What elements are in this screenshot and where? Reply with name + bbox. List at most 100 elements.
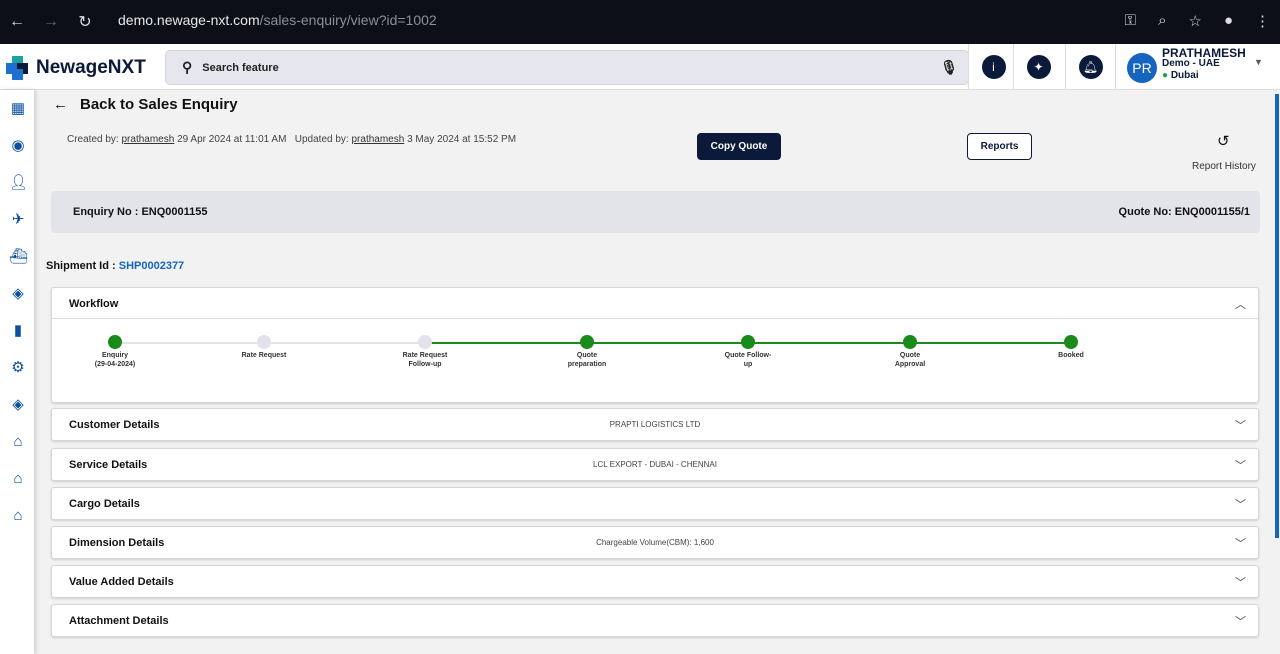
back-label: Back to Sales Enquiry [80,96,238,113]
warehouse-icon[interactable]: ⌂ [9,433,27,451]
step-label: Quote Follow-up [708,351,788,369]
step-connector [264,342,425,344]
workflow-header[interactable]: Workflow ︿ [52,288,1258,319]
notifications-button[interactable]: 🔔︎ [1065,44,1115,90]
forward-icon[interactable]: → [34,13,68,31]
air-freight-icon[interactable]: ✈ [9,211,27,229]
step-connector [425,342,587,344]
star-icon[interactable]: ☆ [1188,12,1201,30]
step-label: Booked [1031,351,1111,360]
step-label: Rate Request [224,351,304,360]
chevron-up-icon[interactable]: ︿ [1235,296,1246,312]
sidebar: ▦ ◉ 👤︎ ✈ ⛴ ◈ ▮ ⚙ ◈ ⌂ ⌂ ⌂ [0,90,34,654]
chevron-down-icon[interactable]: ﹀ [1235,496,1246,512]
accordion-value-added-details[interactable]: Value Added Details ﹀ [51,565,1259,598]
zoom-icon[interactable]: ⌕ [1158,12,1166,30]
accordion-customer-details[interactable]: Customer Details PRAPTI LOGISTICS LTD ﹀ [51,408,1259,441]
analytics-icon[interactable]: ◉ [9,137,27,155]
user-menu[interactable]: PR PRATHAMESH Demo - UAE ● Dubai ▼ [1115,44,1280,90]
profile-icon[interactable]: ● [1224,12,1233,30]
bell-icon: 🔔︎ [1078,55,1103,79]
section-title: Attachment Details [69,615,169,627]
scrollbar[interactable] [1275,94,1279,538]
chevron-down-icon[interactable]: ﹀ [1235,574,1246,590]
chevron-down-icon[interactable]: ﹀ [1235,613,1246,629]
bank-icon[interactable]: ⌂ [9,470,27,488]
settings-icon[interactable]: ⚙ [9,359,27,377]
info-icon: i [981,55,1006,79]
chevron-down-icon[interactable]: ﹀ [1235,535,1246,551]
sea-freight-icon[interactable]: ⛴ [9,248,28,266]
chevron-down-icon[interactable]: ﹀ [1235,417,1246,433]
shipment-id: Shipment Id : SHP0002377 [46,260,184,272]
accordion-cargo-details[interactable]: Cargo Details ﹀ [51,487,1259,520]
report-history-link[interactable]: Report History [1192,161,1256,172]
step-label-line1: Rate Request [402,352,448,359]
step-node [1064,335,1078,349]
favorites-button[interactable]: ✦ [1013,44,1063,90]
step-label-line2: preparation [567,361,607,368]
key-icon[interactable]: ⚿ [1125,12,1136,30]
step-label-line1: Quote [899,352,921,359]
reports-button[interactable]: Reports [967,133,1032,160]
back-link[interactable]: ← Back to Sales Enquiry [53,96,238,113]
step-node [741,335,755,349]
created-by-link[interactable]: prathamesh [121,134,174,145]
layers-icon[interactable]: ◈ [9,285,27,303]
accordion-dimension-details[interactable]: Dimension Details Chargeable Volume(CBM):… [51,526,1259,559]
menu-icon[interactable]: ⋮ [1255,12,1270,30]
user-org: Demo - UAE [1162,58,1220,69]
updated-by-link[interactable]: prathamesh [351,134,404,145]
reload-icon[interactable]: ↻ [68,12,102,32]
history-icon[interactable]: ↺ [1217,132,1230,150]
step-label-line2: (29-04-2024) [94,361,136,368]
enquiry-banner: Enquiry No : ENQ0001155 Quote No: ENQ0001… [51,191,1260,233]
url-path: /sales-enquiry/view?id=1002 [259,12,437,28]
address-bar[interactable]: demo.newage-nxt.com/sales-enquiry/view?i… [118,12,437,28]
stack-icon[interactable]: ◈ [9,396,27,414]
browser-toolbar: ← → ↻ demo.newage-nxt.com/sales-enquiry/… [0,0,1280,44]
step-node [903,335,917,349]
user-icon[interactable]: 👤︎ [9,174,28,192]
reports-chart-icon[interactable]: ▮ [9,322,27,340]
building-icon[interactable]: ⌂ [9,507,27,525]
accordion-attachment-details[interactable]: Attachment Details ﹀ [51,604,1259,637]
step-node [580,335,594,349]
chevron-down-icon[interactable]: ﹀ [1235,457,1246,473]
section-summary: LCL EXPORT - DUBAI - CHENNAI [593,460,717,469]
updated-label: Updated by: [294,134,349,145]
info-button[interactable]: i [968,44,1018,90]
step-label: Rate Request Follow-up [385,351,465,369]
created-label: Created by: [67,134,119,145]
shipment-label: Shipment Id : [46,260,116,272]
location-pin-icon: ● [1162,70,1169,81]
accordion-service-details[interactable]: Service Details LCL EXPORT - DUBAI - CHEN… [51,448,1259,481]
app-header: NewageNXT ⚲ Search feature 🎙 i ✦ 🔔︎ PR PRA… [0,44,1280,90]
section-summary: Chargeable Volume(CBM): 1,600 [596,538,714,547]
audit-info: Created by: prathamesh 29 Apr 2024 at 11… [67,134,516,145]
step-connector [748,342,910,344]
step-label-line1: Rate Request [241,352,287,359]
step-label-line2: Approval [894,361,926,368]
logo-icon [6,56,30,80]
step-node [108,335,122,349]
search-input[interactable]: ⚲ Search feature 🎙 [165,50,969,85]
logo-text: NewageNXT [36,57,146,78]
user-location: Dubai [1170,70,1199,81]
step-label: Quote Approval [870,351,950,369]
shipment-id-link[interactable]: SHP0002377 [119,260,184,272]
back-icon[interactable]: ← [0,13,34,31]
step-label-line1: Quote Follow- [724,352,772,359]
microphone-icon[interactable]: 🎙 [940,59,958,76]
enquiry-no: Enquiry No : ENQ0001155 [73,206,208,218]
section-title: Value Added Details [69,576,174,588]
step-label-line2: Follow-up [408,361,442,368]
avatar: PR [1127,53,1157,83]
step-label: Quote preparation [547,351,627,369]
logo[interactable]: NewageNXT [6,56,146,80]
chevron-down-icon[interactable]: ▼ [1254,57,1263,67]
copy-quote-button[interactable]: Copy Quote [697,133,781,160]
dashboard-icon[interactable]: ▦ [9,100,27,118]
search-icon: ⚲ [182,59,193,75]
arrow-left-icon: ← [53,96,68,113]
